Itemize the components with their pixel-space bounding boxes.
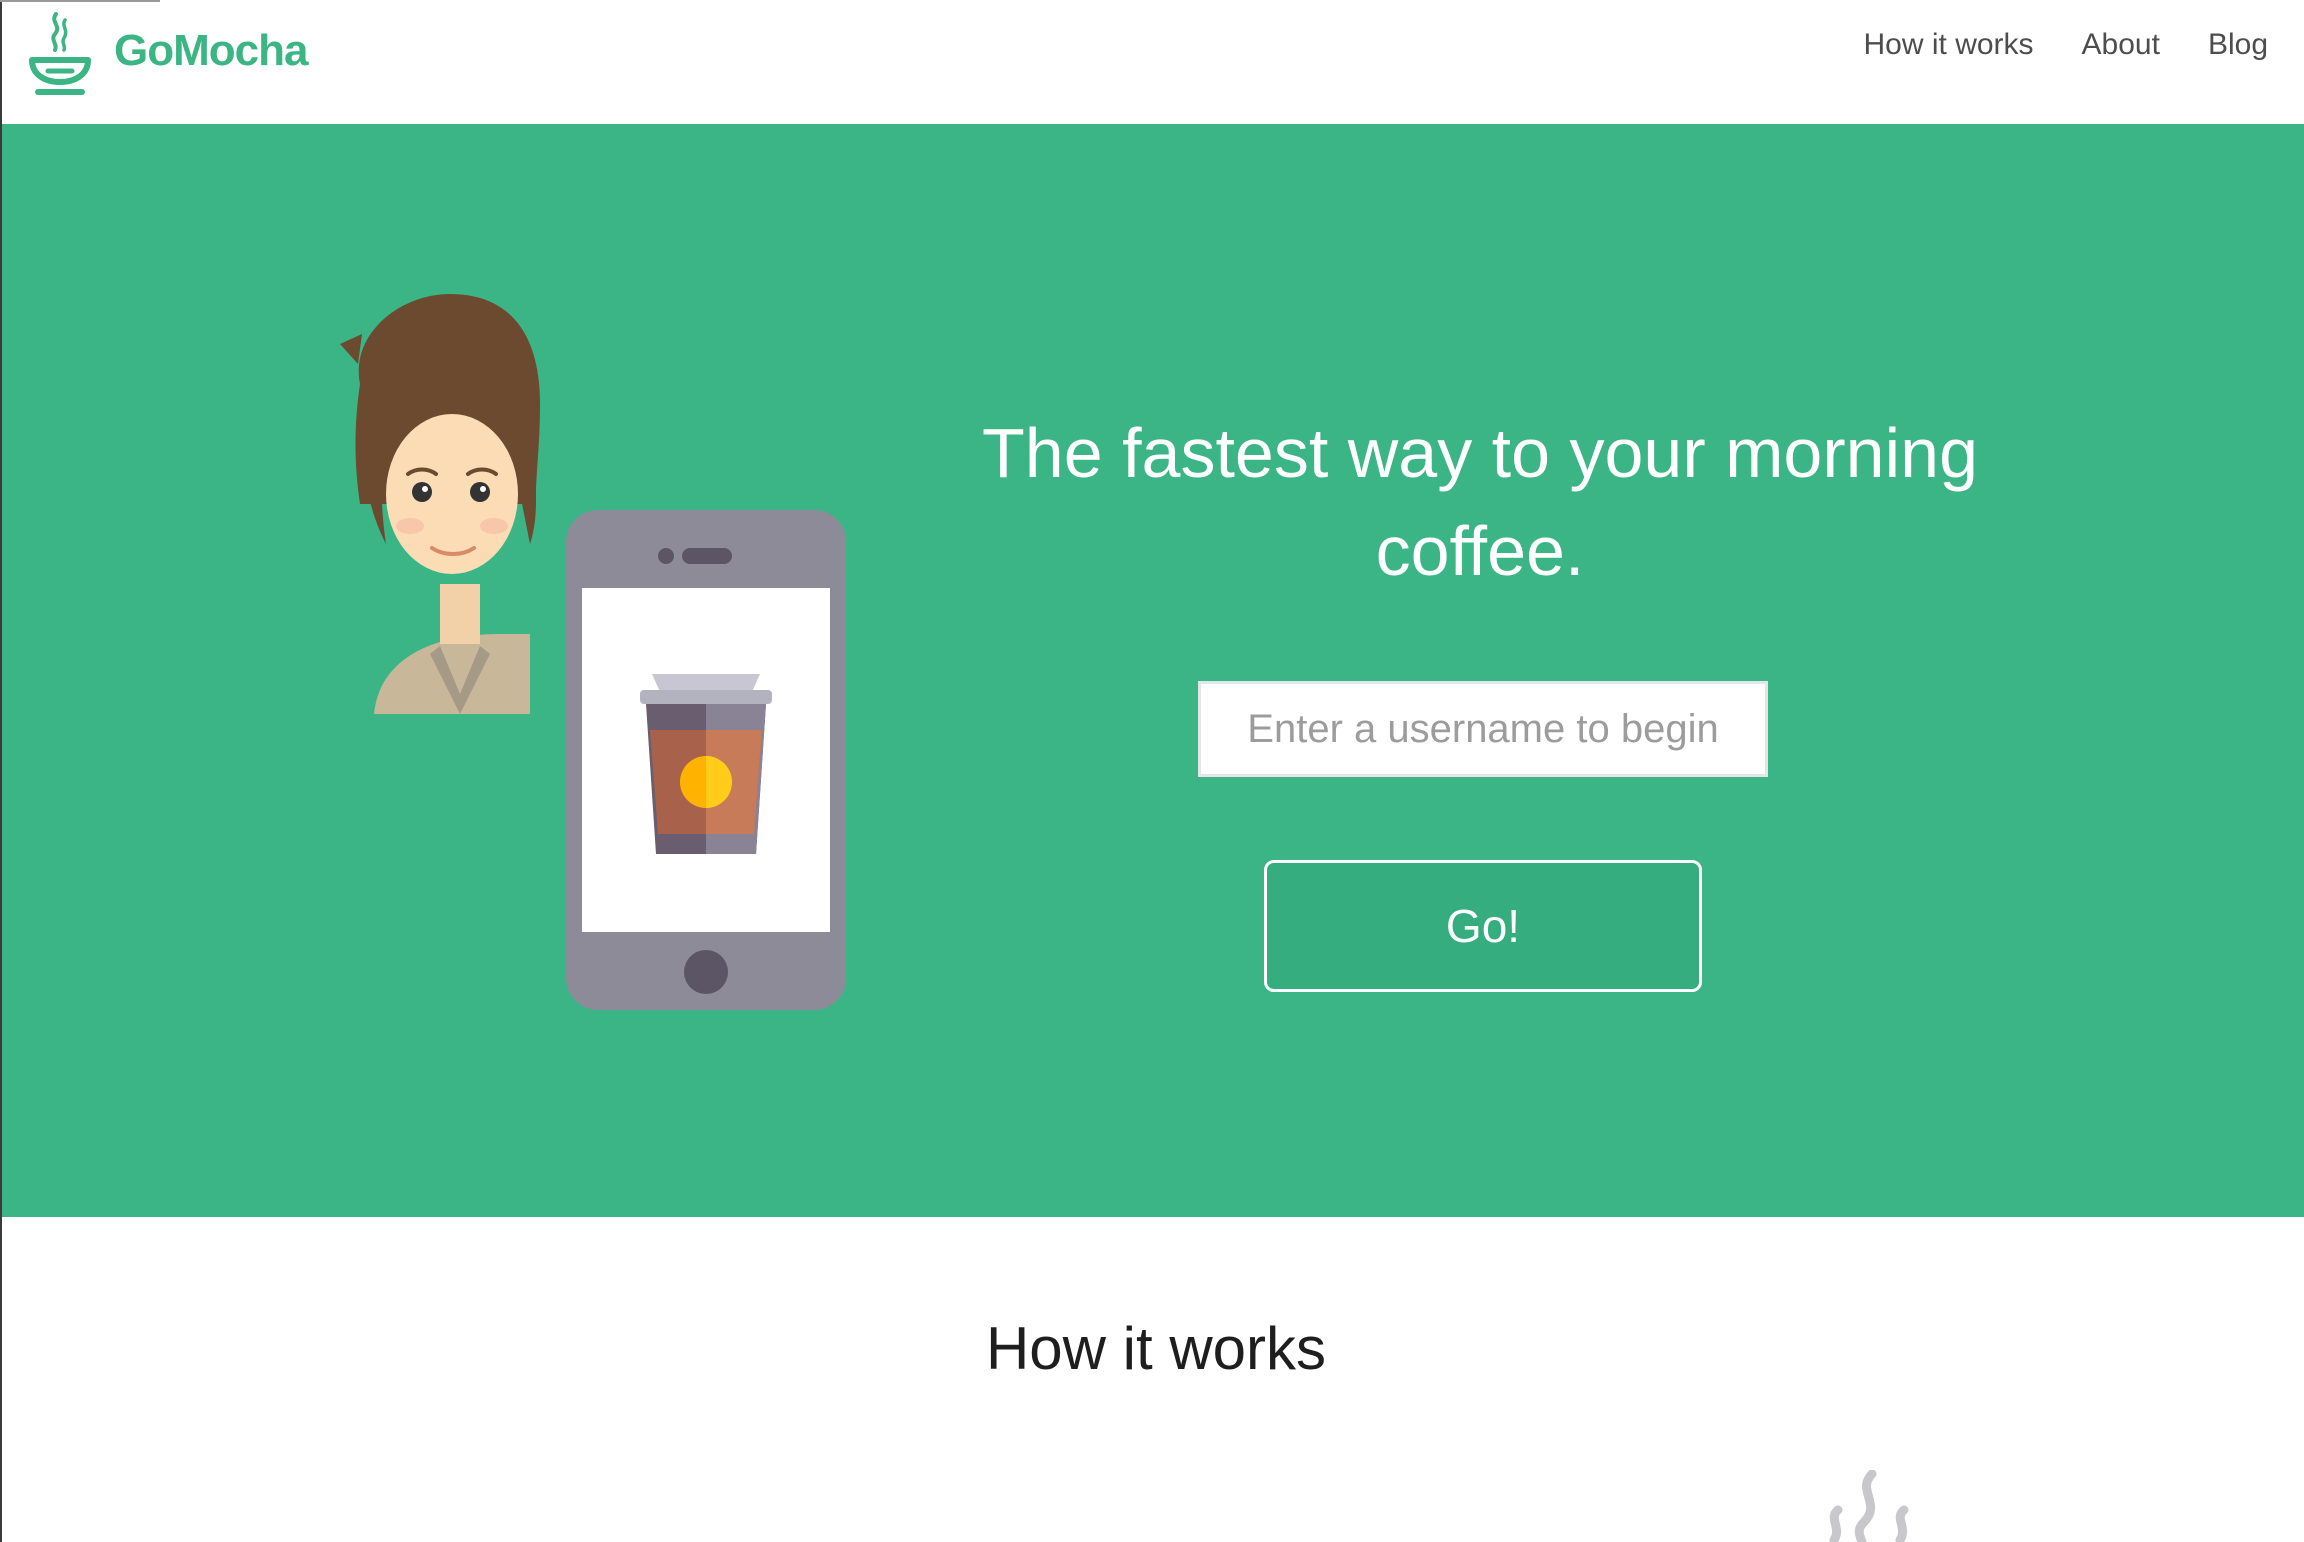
nav-link-about[interactable]: About [2082, 28, 2160, 62]
hero-headline: The fastest way to your morning coffee. [982, 414, 1978, 590]
site-header: GoMocha How it works About Blog [0, 0, 2304, 124]
window-top-border [0, 0, 160, 2]
steam-icon [1829, 1470, 1909, 1542]
person-with-phone-coffee-illustration [340, 294, 846, 1010]
main-nav: How it works About Blog [1864, 28, 2268, 62]
go-button[interactable]: Go! [1264, 860, 1702, 992]
brand-logo-link[interactable]: GoMocha [28, 12, 308, 96]
nav-link-blog[interactable]: Blog [2208, 28, 2268, 62]
how-it-works-heading: How it works [985, 1315, 1327, 1382]
brand-name: GoMocha [114, 26, 308, 75]
hero-section: The fastest way to your morning coffee. … [0, 124, 2304, 1217]
window-left-border [0, 0, 2, 1542]
coffee-cup-steam-icon [29, 12, 91, 95]
username-input[interactable] [1198, 681, 1768, 777]
nav-link-how-it-works[interactable]: How it works [1864, 28, 2034, 62]
